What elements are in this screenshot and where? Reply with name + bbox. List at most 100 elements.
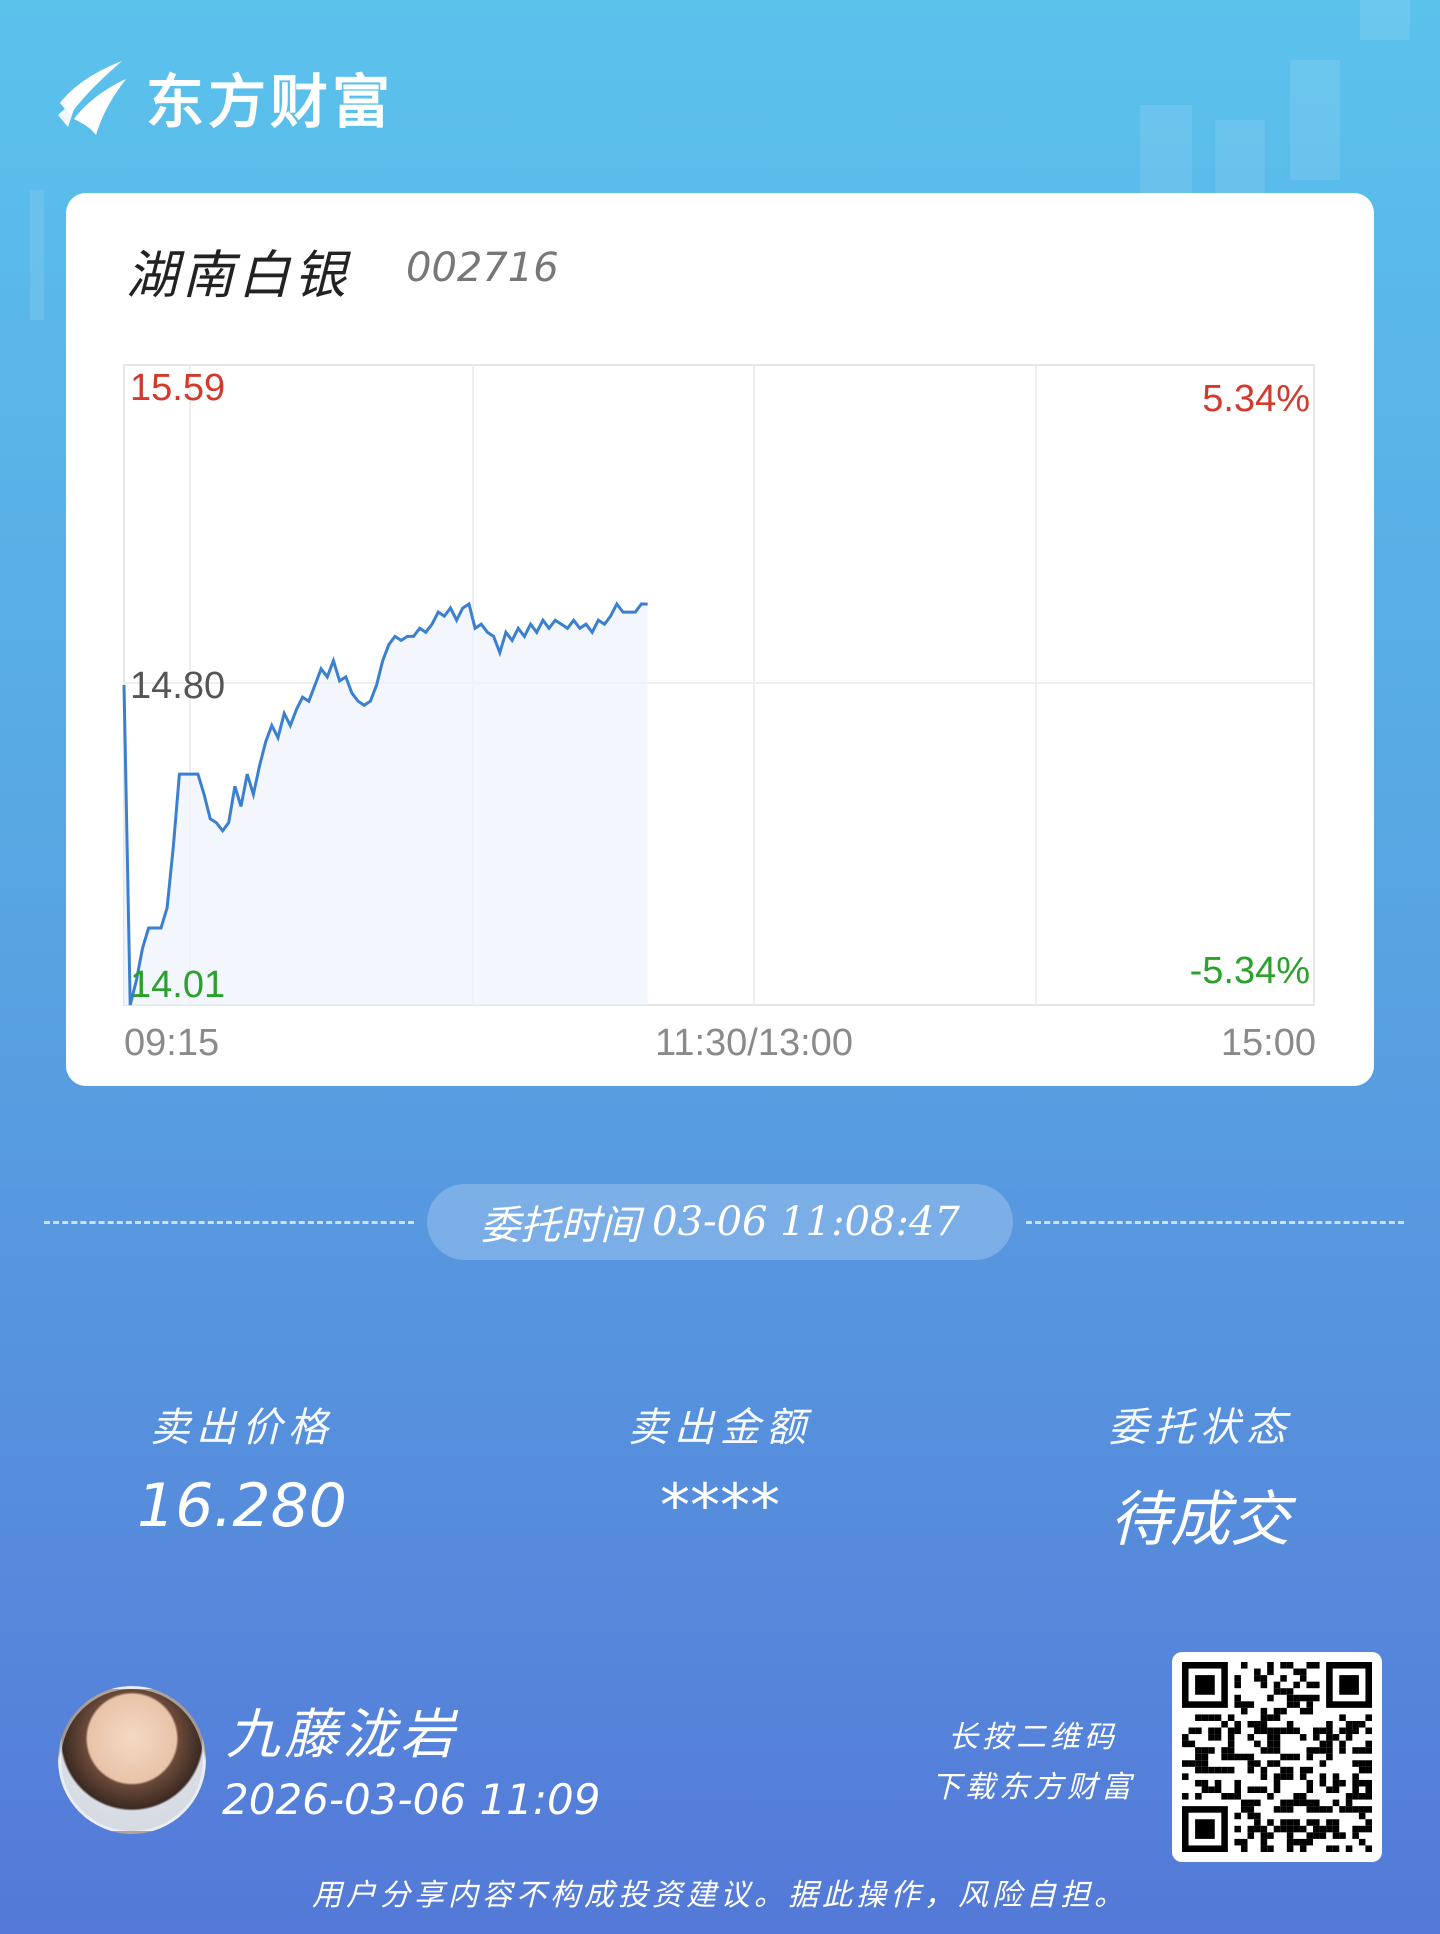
qr-code[interactable]	[1172, 1652, 1382, 1862]
qr-module	[1267, 1668, 1274, 1676]
qr-module	[1247, 1701, 1255, 1708]
qr-module	[1358, 1825, 1366, 1833]
qr-module	[1319, 1832, 1327, 1839]
qr-module	[1306, 1662, 1314, 1669]
qr-module	[1286, 1688, 1294, 1695]
qr-module	[1280, 1819, 1287, 1826]
qr-module	[1273, 1688, 1281, 1695]
qr-module	[1227, 1734, 1235, 1741]
qr-module	[1280, 1806, 1287, 1813]
qr-module	[1195, 1779, 1202, 1787]
qr-module	[1247, 1799, 1255, 1807]
qr-module	[1195, 1819, 1215, 1839]
qr-module	[1326, 1819, 1333, 1826]
qr-module	[1313, 1681, 1320, 1689]
qr-module	[1273, 1825, 1281, 1833]
qr-module	[1306, 1838, 1314, 1846]
qr-module	[1182, 1760, 1189, 1767]
qr-module	[1188, 1727, 1196, 1735]
qr-module	[1332, 1734, 1340, 1741]
qr-module	[1182, 1773, 1189, 1780]
stat-label: 卖出价格	[150, 1405, 334, 1451]
qr-module	[1286, 1832, 1294, 1839]
qr-module	[1365, 1760, 1372, 1767]
qr-module	[1267, 1694, 1274, 1702]
user-name: 九藤泷岩	[226, 1703, 458, 1766]
qr-module	[1286, 1720, 1294, 1728]
qr-module	[1273, 1773, 1281, 1780]
qr-module	[1365, 1786, 1372, 1794]
y-mid-label: 14.80	[130, 665, 225, 707]
qr-module	[1254, 1819, 1261, 1826]
qr-module	[1339, 1747, 1346, 1754]
qr-module	[1293, 1701, 1300, 1708]
order-time-value: 03-06 11:08:47	[652, 1199, 960, 1245]
qr-module	[1352, 1793, 1359, 1800]
qr-module	[1280, 1766, 1287, 1774]
qr-module	[1201, 1786, 1209, 1794]
qr-module	[1319, 1727, 1327, 1735]
user-avatar[interactable]	[58, 1686, 206, 1834]
qr-module	[1254, 1760, 1261, 1767]
qr-module	[1313, 1747, 1320, 1754]
stat-sell-price: 卖出价格 16.280	[62, 1395, 422, 1541]
qr-module	[1208, 1734, 1215, 1741]
qr-module	[1234, 1727, 1241, 1735]
qr-module	[1240, 1662, 1248, 1669]
qr-module	[1313, 1694, 1320, 1702]
qr-module	[1260, 1838, 1268, 1846]
qr-module	[1280, 1799, 1287, 1807]
qr-module	[1234, 1793, 1241, 1800]
qr-module	[1286, 1806, 1294, 1813]
intraday-chart-svg: 15.59 14.80 14.01 5.34% -5.34% 09:15 11:…	[122, 364, 1316, 1064]
qr-module	[1352, 1825, 1359, 1833]
qr-module	[1221, 1720, 1228, 1728]
qr-module	[1208, 1747, 1215, 1754]
qr-module	[1352, 1832, 1359, 1839]
qr-module	[1306, 1799, 1314, 1807]
qr-module	[1332, 1786, 1340, 1794]
qr-module	[1188, 1740, 1196, 1748]
qr-module	[1332, 1825, 1340, 1833]
qr-module	[1299, 1694, 1307, 1702]
qr-module	[1267, 1793, 1274, 1800]
qr-module	[1313, 1825, 1320, 1833]
qr-module	[1293, 1838, 1300, 1846]
qr-module	[1313, 1799, 1320, 1807]
qr-module	[1182, 1734, 1189, 1741]
qr-module	[1339, 1727, 1346, 1735]
stat-value: 16.280	[137, 1471, 347, 1541]
qr-module	[1247, 1825, 1255, 1833]
qr-module	[1267, 1819, 1274, 1826]
qr-module	[1332, 1799, 1340, 1807]
qr-module	[1280, 1727, 1287, 1735]
qr-module	[1286, 1845, 1294, 1852]
background-candle-decoration	[1215, 120, 1265, 200]
qr-module	[1332, 1832, 1340, 1839]
qr-module	[1280, 1707, 1287, 1715]
qr-module	[1313, 1727, 1320, 1735]
qr-module	[1306, 1707, 1314, 1715]
qr-module	[1240, 1701, 1248, 1708]
x-tick-label-close: 15:00	[1221, 1022, 1316, 1064]
qr-module	[1352, 1747, 1359, 1754]
qr-hint-line1: 长按二维码	[948, 1720, 1118, 1755]
qr-module	[1332, 1779, 1340, 1787]
stat-order-status: 委托状态 待成交	[1020, 1395, 1380, 1558]
intraday-chart: 15.59 14.80 14.01 5.34% -5.34% 09:15 11:…	[66, 193, 1374, 1086]
qr-module	[1306, 1766, 1314, 1774]
qr-module	[1280, 1825, 1287, 1833]
qr-module	[1195, 1727, 1202, 1735]
qr-module	[1319, 1806, 1327, 1813]
qr-module	[1365, 1825, 1372, 1833]
qr-module	[1247, 1734, 1255, 1741]
qr-module	[1326, 1845, 1333, 1852]
qr-module	[1201, 1753, 1209, 1761]
qr-module	[1339, 1832, 1346, 1839]
order-time-label: 委托时间	[480, 1203, 641, 1249]
qr-module	[1260, 1714, 1268, 1721]
qr-module	[1365, 1766, 1372, 1774]
divider-right	[1026, 1221, 1404, 1224]
qr-module	[1358, 1838, 1366, 1846]
qr-module	[1299, 1773, 1307, 1780]
